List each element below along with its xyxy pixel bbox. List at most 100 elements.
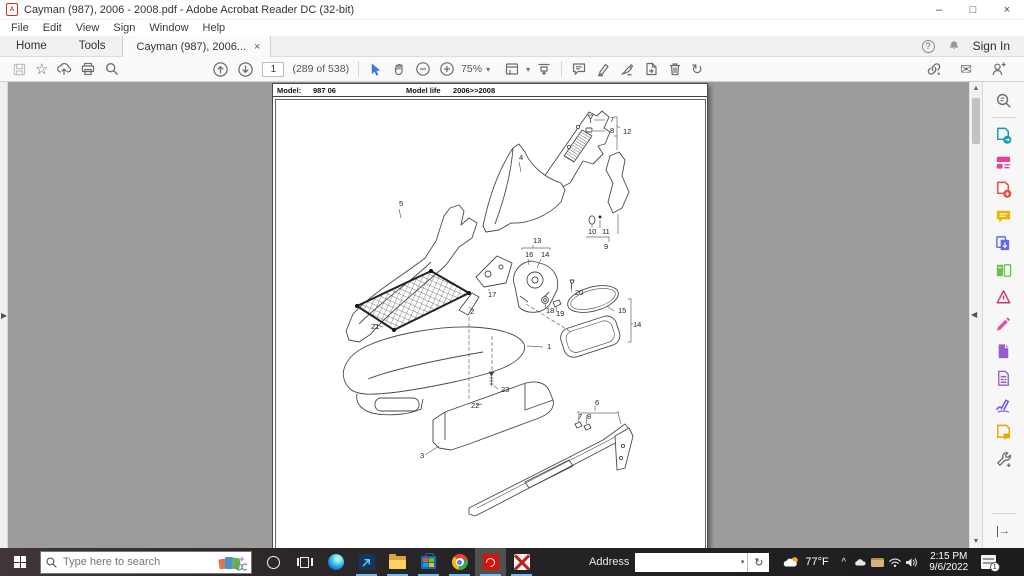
delete-pages-button[interactable]: [663, 59, 687, 80]
zoom-chevron-icon[interactable]: ▾: [486, 65, 490, 74]
sidebar-create-pdf-tool[interactable]: [993, 178, 1015, 200]
close-button[interactable]: ×: [990, 0, 1024, 19]
taskbar-cortana-button[interactable]: [258, 548, 289, 576]
favorite-star-button[interactable]: ☆: [31, 59, 52, 80]
volume-icon[interactable]: [905, 555, 919, 569]
taskbar-file-explorer-button[interactable]: [382, 548, 413, 576]
document-area: ▶ Model: 987 06 Model life 2006>>2008: [0, 82, 1024, 548]
select-tool-button[interactable]: [364, 59, 387, 80]
document-canvas[interactable]: Model: 987 06 Model life 2006>>2008: [8, 82, 969, 548]
request-sign-icon: [994, 423, 1013, 442]
sidebar-certificates-tool[interactable]: [993, 394, 1015, 416]
help-icon[interactable]: ?: [922, 40, 935, 53]
scroll-down-icon[interactable]: ▼: [970, 538, 982, 545]
taskbar-app-arrow-button[interactable]: [351, 548, 382, 576]
bell-icon[interactable]: [947, 39, 961, 53]
taskbar-search-input[interactable]: [63, 556, 212, 568]
sidebar-combine-files-tool[interactable]: [993, 232, 1015, 254]
taskbar-weather[interactable]: 77°F: [783, 555, 828, 569]
share-link-button[interactable]: [922, 59, 946, 80]
onedrive-cloud-icon[interactable]: [854, 555, 868, 569]
zoom-level-label[interactable]: 75%: [461, 63, 482, 75]
task-view-icon: [297, 557, 313, 568]
sidebar-export-pdf-tool[interactable]: [993, 124, 1015, 146]
taskbar-acrobat-button[interactable]: [475, 548, 506, 576]
taskbar-clock[interactable]: 2:15 PM 9/6/2022: [925, 551, 973, 574]
send-mail-button[interactable]: ✉: [956, 59, 976, 80]
action-center-button[interactable]: 1: [981, 555, 996, 569]
create-pdf-icon: [994, 180, 1013, 199]
address-go-button[interactable]: ↻: [747, 553, 769, 572]
maximize-button[interactable]: □: [956, 0, 990, 19]
part-callout-7: 7: [578, 412, 582, 421]
tab-close-icon[interactable]: ×: [254, 41, 260, 53]
taskbar-search[interactable]: [40, 551, 252, 574]
address-combobox[interactable]: ▾: [635, 553, 747, 572]
zoom-in-button[interactable]: [435, 59, 459, 80]
wifi-icon[interactable]: [888, 555, 902, 569]
taskbar-store-button[interactable]: [413, 548, 444, 576]
previous-page-button[interactable]: [208, 59, 233, 80]
add-account-button[interactable]: [986, 59, 1010, 80]
scroll-up-icon[interactable]: ▲: [970, 85, 982, 92]
scrolling-view-button[interactable]: [532, 59, 556, 80]
temperature-label: 77°F: [805, 556, 828, 568]
tab-tools[interactable]: Tools: [63, 36, 122, 56]
taskbar-edge-button[interactable]: [320, 548, 351, 576]
left-panel-strip[interactable]: ▶: [0, 82, 8, 548]
sidebar-edit-pdf-tool[interactable]: [993, 151, 1015, 173]
menu-window[interactable]: Window: [142, 22, 195, 34]
sidebar-organize-pages-tool[interactable]: [993, 259, 1015, 281]
menu-view[interactable]: View: [69, 22, 107, 34]
menu-help[interactable]: Help: [196, 22, 233, 34]
open-tools-panel-button[interactable]: →: [993, 520, 1015, 542]
hand-tool-button[interactable]: [387, 59, 411, 80]
comment-button[interactable]: [567, 59, 591, 80]
page-number-input[interactable]: [262, 62, 284, 77]
tab-document[interactable]: Cayman (987), 2006... ×: [122, 36, 272, 57]
save-button[interactable]: [8, 59, 31, 80]
taskbar-chrome-button[interactable]: [444, 548, 475, 576]
title-bar: A Cayman (987), 2006 - 2008.pdf - Adobe …: [0, 0, 1024, 20]
collapse-tools-panel-icon[interactable]: ◀: [971, 310, 977, 319]
zoom-out-button[interactable]: [411, 59, 435, 80]
sidebar-convert-tool[interactable]: [993, 340, 1015, 362]
fill-sign-button[interactable]: [615, 59, 639, 80]
address-chevron-icon[interactable]: ▾: [741, 558, 745, 566]
sidebar-request-signatures-tool[interactable]: [993, 421, 1015, 443]
sidebar-compress-pdf-tool[interactable]: [993, 286, 1015, 308]
find-button[interactable]: [100, 59, 124, 80]
tray-show-hidden-icon[interactable]: ^: [837, 555, 851, 569]
part-callout-11: 11: [602, 227, 610, 236]
export-button[interactable]: [639, 59, 663, 80]
page-fit-chevron-icon[interactable]: ▾: [526, 65, 530, 74]
tab-home[interactable]: Home: [0, 36, 63, 56]
taskbar-search-icon: [45, 556, 58, 569]
start-button[interactable]: [0, 548, 40, 576]
sidebar-search-tool[interactable]: [993, 89, 1015, 111]
minimize-button[interactable]: –: [922, 0, 956, 19]
taskbar-pdfxchange-button[interactable]: [506, 548, 537, 576]
sidebar-fill-sign-tool[interactable]: [993, 313, 1015, 335]
print-button[interactable]: [76, 59, 100, 80]
part-callout-14: 14: [541, 250, 549, 259]
sidebar-more-tools[interactable]: [993, 448, 1015, 470]
rotate-button[interactable]: ↻: [687, 59, 707, 80]
part-callout-1: 1: [547, 342, 551, 351]
part-callout-13: 13: [533, 236, 541, 245]
sidebar-redact-tool[interactable]: [993, 367, 1015, 389]
open-left-panel-icon[interactable]: ▶: [1, 312, 7, 320]
menu-sign[interactable]: Sign: [106, 22, 142, 34]
taskbar-task-view-button[interactable]: [289, 548, 320, 576]
highlight-button[interactable]: [591, 59, 615, 80]
share-upload-button[interactable]: [52, 59, 76, 80]
sidebar-divider: [992, 117, 1016, 118]
next-page-button[interactable]: [233, 59, 258, 80]
tray-toolbox-icon[interactable]: [871, 555, 885, 569]
page-fit-button[interactable]: [500, 59, 524, 80]
menu-edit[interactable]: Edit: [36, 22, 69, 34]
sign-in-button[interactable]: Sign In: [973, 39, 1010, 53]
menu-file[interactable]: File: [4, 22, 36, 34]
sidebar-comment-tool[interactable]: [993, 205, 1015, 227]
scrollbar-thumb[interactable]: [972, 98, 980, 144]
